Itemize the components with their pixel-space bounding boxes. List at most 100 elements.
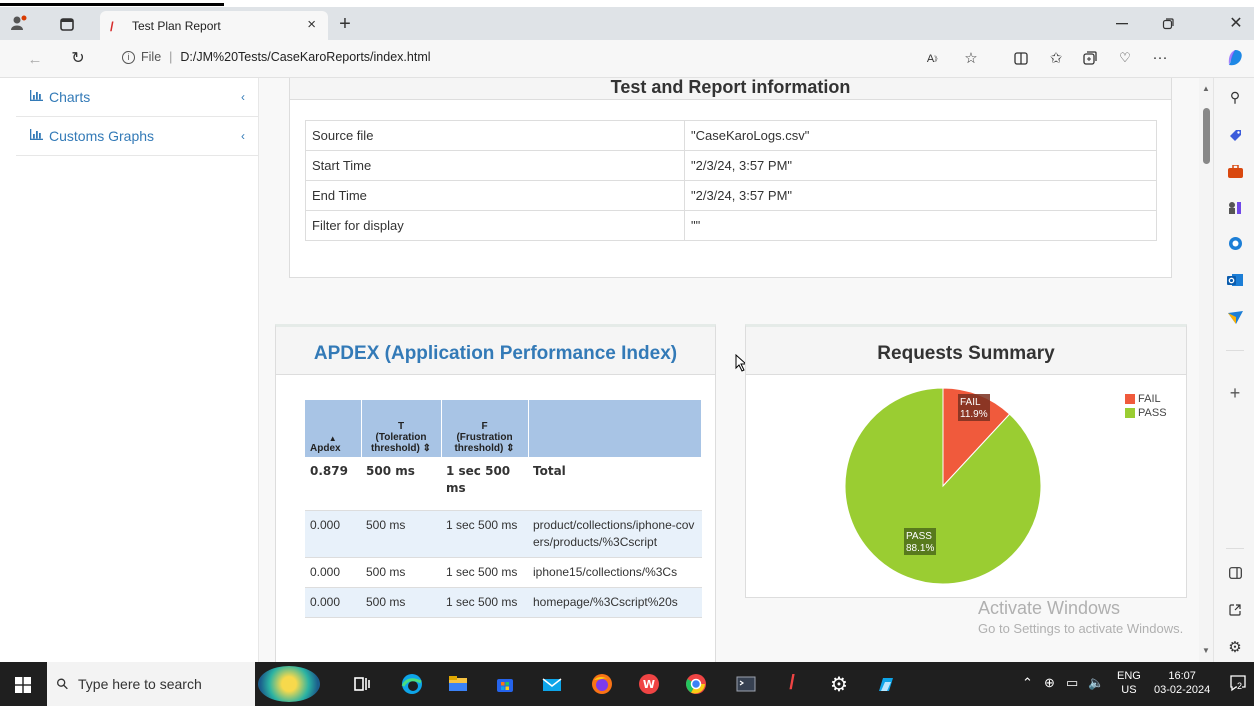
column-header-toleration[interactable]: T (Toleration threshold) ⇕ — [361, 400, 442, 457]
scroll-up-icon[interactable]: ▲ — [1202, 84, 1210, 93]
split-screen-icon[interactable] — [1012, 49, 1030, 67]
test-info-panel: Test and Report information Source file "… — [289, 78, 1172, 278]
watermark-subtitle: Go to Settings to activate Windows. — [978, 621, 1184, 636]
external-link-icon[interactable] — [1226, 601, 1244, 619]
notification-center-icon[interactable]: 2 — [1229, 674, 1247, 692]
url-field[interactable]: i File | D:/JM%20Tests/CaseKaroReports/i… — [122, 50, 431, 64]
microsoft-365-icon[interactable] — [1226, 234, 1244, 252]
url-text: D:/JM%20Tests/CaseKaroReports/index.html — [180, 50, 431, 64]
clock[interactable]: 16:07 03-02-2024 — [1154, 669, 1210, 697]
shopping-tag-icon[interactable] — [1226, 126, 1244, 144]
more-menu-icon[interactable]: ··· — [1151, 48, 1169, 66]
browser-tab[interactable]: / Test Plan Report × — [100, 11, 328, 40]
carnival-mask-icon[interactable] — [258, 666, 320, 702]
legend-item-pass[interactable]: PASS — [1125, 406, 1167, 420]
nav-item-label: Charts — [49, 89, 91, 105]
table-cell: "" — [684, 210, 1157, 241]
table-row: 0.000 500 ms 1 sec 500 ms product/collec… — [305, 510, 702, 558]
restore-icon[interactable] — [1159, 15, 1177, 33]
info-icon[interactable]: i — [122, 50, 135, 64]
refresh-icon[interactable]: ↻ — [69, 49, 87, 67]
favorites-icon[interactable]: ✩ — [1047, 49, 1065, 67]
jmeter-feather-icon[interactable]: / — [780, 672, 804, 696]
search-icon[interactable]: ⚲ — [1226, 88, 1244, 106]
table-cell: 0.000 — [305, 557, 361, 588]
file-explorer-icon[interactable] — [446, 672, 470, 696]
table-cell: 500 ms — [361, 587, 441, 618]
scrollbar-thumb[interactable] — [1203, 108, 1210, 164]
games-icon[interactable] — [1226, 198, 1244, 216]
outlook-icon[interactable] — [1226, 271, 1244, 289]
tab-close-icon[interactable]: × — [307, 16, 316, 33]
firefox-icon[interactable] — [590, 672, 614, 696]
chrome-icon[interactable] — [684, 672, 708, 696]
favorite-star-icon[interactable]: ☆ — [962, 49, 980, 67]
performance-icon[interactable]: ♡ — [1116, 49, 1134, 67]
back-icon[interactable]: ← — [26, 50, 44, 68]
address-bar: ← ↻ i File | D:/JM%20Tests/CaseKaroRepor… — [0, 40, 1254, 78]
activate-windows-watermark: Activate Windows Go to Settings to activ… — [978, 598, 1183, 636]
system-tray: ⌃ ⊕ ▭ 🔈 ENG US 16:07 03-02-2024 2 — [1014, 662, 1254, 706]
mail-icon[interactable] — [540, 672, 564, 696]
table-row: Filter for display "" — [305, 210, 1157, 241]
volume-icon[interactable]: 🔈 — [1088, 675, 1104, 691]
search-placeholder: Type here to search — [78, 676, 202, 692]
main-content: Test and Report information Source file "… — [259, 78, 1199, 662]
read-aloud-icon[interactable]: A 》 — [925, 50, 943, 68]
profile-icon[interactable] — [8, 13, 30, 33]
pie-slice-pass[interactable] — [844, 387, 1042, 585]
table-row: 0.000 500 ms 1 sec 500 ms homepage/%3Csc… — [305, 587, 702, 618]
pie-label-value: 88.1% — [906, 543, 934, 554]
column-header-label[interactable] — [528, 400, 702, 457]
requests-summary-title: Requests Summary — [746, 327, 1186, 375]
taskbar-search-box[interactable]: ⚲ Type here to search — [47, 662, 255, 706]
top-strip — [0, 0, 1254, 7]
edge-sidebar: ⚲ + ⚙ — [1213, 78, 1254, 662]
scroll-down-icon[interactable]: ▼ — [1202, 646, 1210, 655]
edge-browser-icon[interactable] — [400, 672, 424, 696]
photos-icon[interactable] — [874, 672, 898, 696]
table-cell: Start Time — [305, 150, 685, 181]
nav-item-customs-graphs[interactable]: Customs Graphs ‹ — [16, 117, 259, 156]
sidebar-toggle-icon[interactable] — [1226, 564, 1244, 582]
browser-tab-bar: / Test Plan Report × + ✕ — [0, 7, 1254, 40]
table-row: Start Time "2/3/24, 3:57 PM" — [305, 150, 1157, 181]
settings-gear-icon[interactable]: ⚙ — [827, 672, 851, 696]
bar-chart-icon — [30, 129, 43, 143]
collections-icon[interactable] — [1081, 49, 1099, 67]
pie-label-value: 11.9% — [960, 409, 988, 420]
table-cell: Total — [528, 457, 702, 511]
language-indicator[interactable]: ENG US — [1117, 669, 1141, 697]
tab-actions-icon[interactable] — [58, 15, 76, 33]
table-cell: 0.000 — [305, 510, 361, 558]
add-icon[interactable]: + — [1226, 383, 1244, 403]
network-icon[interactable]: ⊕ — [1044, 675, 1055, 691]
new-tab-button[interactable]: + — [334, 13, 356, 35]
column-header-apdex[interactable]: ▲ Apdex — [305, 400, 362, 457]
table-cell: 0.879 — [305, 457, 361, 511]
task-view-icon[interactable] — [350, 672, 374, 696]
table-header-row: ▲ Apdex T (Toleration threshold) ⇕ F (Frust… — [305, 400, 702, 457]
terminal-icon[interactable] — [734, 672, 758, 696]
battery-icon[interactable]: ▭ — [1066, 675, 1078, 691]
settings-gear-icon[interactable]: ⚙ — [1226, 638, 1244, 656]
legend-item-fail[interactable]: FAIL — [1125, 392, 1167, 406]
close-window-icon[interactable]: ✕ — [1227, 14, 1245, 32]
search-icon: ⚲ — [52, 674, 73, 695]
legend-label: PASS — [1138, 407, 1167, 419]
legend-label: FAIL — [1138, 393, 1161, 405]
wps-office-icon[interactable]: W — [637, 672, 661, 696]
nav-item-charts[interactable]: Charts ‹ — [16, 78, 259, 117]
send-icon[interactable] — [1226, 308, 1244, 326]
windows-start-icon[interactable] — [15, 677, 31, 698]
page-scrollbar[interactable]: ▲ ▼ — [1199, 78, 1213, 662]
microsoft-store-icon[interactable] — [493, 672, 517, 696]
column-header-frustration[interactable]: F (Frustration threshold) ⇕ — [441, 400, 529, 457]
apdex-panel: APDEX (Application Performance Index) ▲ A… — [275, 324, 716, 662]
copilot-icon[interactable] — [1224, 47, 1246, 69]
minimize-icon[interactable] — [1113, 15, 1131, 33]
tools-briefcase-icon[interactable] — [1226, 162, 1244, 180]
chevron-up-icon[interactable]: ⌃ — [1022, 675, 1033, 691]
table-cell: Filter for display — [305, 210, 685, 241]
table-cell: homepage/%3Cscript%20s — [528, 587, 702, 618]
